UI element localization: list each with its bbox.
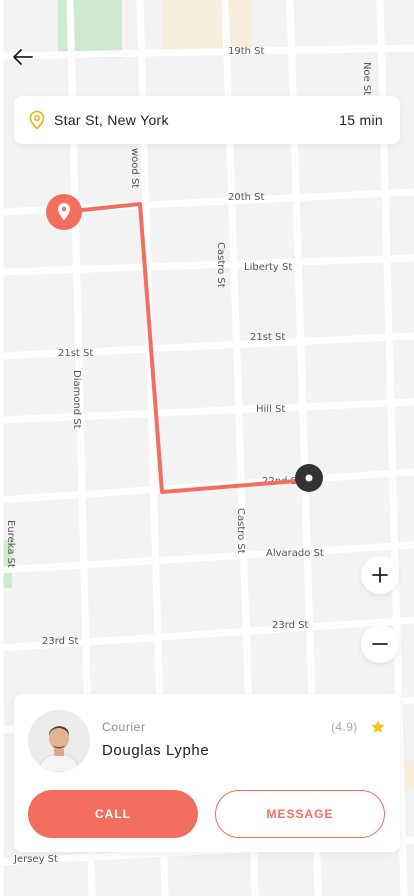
courier-name: Douglas Lyphe — [102, 742, 210, 759]
street-label: Liberty St — [244, 262, 292, 273]
map-pin-icon — [28, 110, 46, 130]
destination-marker-icon[interactable] — [295, 464, 323, 492]
destination-address: Star St, New York — [54, 112, 169, 128]
street-label: wood St — [129, 148, 140, 188]
street-label: 23rd St — [272, 620, 309, 631]
arrow-left-icon — [13, 49, 33, 65]
courier-rating: (4.9) — [331, 720, 358, 734]
street-label: Noe St — [361, 62, 372, 95]
street-label: Castro St — [235, 508, 246, 554]
courier-role: Courier — [102, 720, 146, 734]
courier-avatar-image — [28, 710, 90, 772]
message-button[interactable]: MESSAGE — [215, 790, 385, 838]
street-label: Jersey St — [13, 854, 58, 865]
street-label: 21st St — [58, 348, 93, 359]
courier-card: Courier Douglas Lyphe (4.9) CALL MESSAGE — [14, 694, 400, 852]
back-button[interactable] — [8, 42, 38, 72]
zoom-in-button[interactable] — [361, 556, 399, 594]
street-label: Alvarado St — [266, 548, 324, 559]
street-label: Hill St — [256, 404, 285, 415]
minus-icon — [372, 643, 388, 645]
street-label: 21st St — [250, 332, 285, 343]
plus-icon — [372, 567, 388, 583]
street-label: Diamond St — [71, 370, 82, 429]
street-label: 23rd St — [42, 636, 79, 647]
location-card[interactable]: Star St, New York 15 min — [14, 96, 400, 144]
eta-time: 15 min — [339, 112, 383, 128]
street-label: 20th St — [228, 192, 265, 203]
avatar[interactable] — [28, 710, 90, 772]
zoom-out-button[interactable] — [361, 625, 399, 663]
street-label: Castro St — [215, 242, 226, 288]
origin-marker-icon[interactable] — [46, 194, 82, 230]
school-area — [162, 0, 252, 52]
street-label: Eureka St — [5, 520, 16, 568]
call-button[interactable]: CALL — [28, 790, 198, 838]
street-label: 19th St — [228, 46, 265, 57]
star-icon — [370, 719, 386, 735]
